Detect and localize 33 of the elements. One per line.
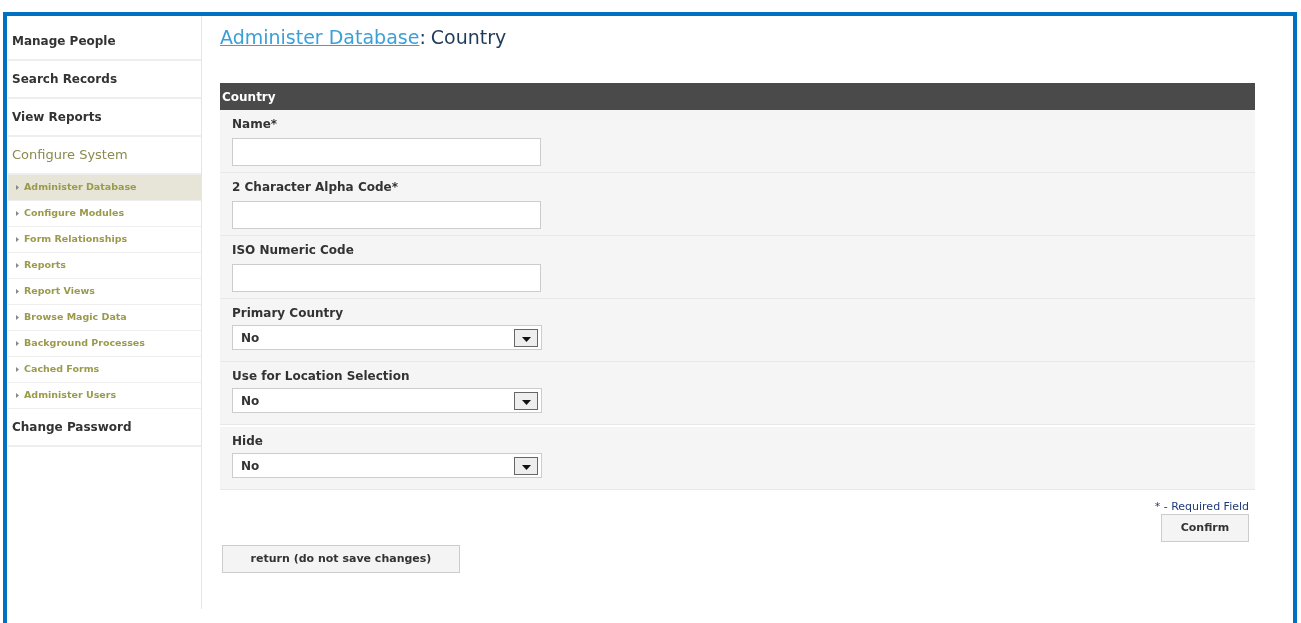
form-header: Country: [220, 83, 1255, 110]
bullet-icon: [16, 393, 19, 398]
bullet-icon: [16, 211, 19, 216]
menu-item[interactable]: Change Password: [8, 409, 201, 447]
field-label: 2 Character Alpha Code*: [232, 179, 399, 196]
menu-item[interactable]: Search Records: [8, 61, 201, 99]
bullet-icon: [16, 237, 19, 242]
bullet-icon: [16, 263, 19, 268]
page-title: Country: [430, 24, 507, 50]
bullet-icon: [16, 367, 19, 372]
field-label: Hide: [232, 433, 264, 450]
field-label: ISO Numeric Code: [232, 242, 355, 259]
confirm-button[interactable]: Confirm: [1161, 514, 1249, 542]
field-label: Name*: [232, 116, 279, 133]
text-field[interactable]: [232, 138, 541, 166]
menu-item[interactable]: Manage People: [8, 23, 201, 61]
field-label: Use for Location Selection: [232, 368, 411, 385]
text-field[interactable]: [232, 201, 541, 229]
bullet-icon: [16, 185, 19, 190]
bullet-icon: [16, 289, 19, 294]
menu-item[interactable]: View Reports: [8, 99, 201, 137]
dropdown[interactable]: No: [232, 388, 542, 413]
return-button[interactable]: return (do not save changes): [222, 545, 460, 573]
bullet-icon: [16, 315, 19, 320]
breadcrumb-link[interactable]: Administer Database: [220, 22, 420, 52]
bullet-icon: [16, 341, 19, 346]
submenu-item[interactable]: Administer Database: [8, 175, 201, 201]
field-label: Primary Country: [232, 305, 344, 322]
dropdown[interactable]: No: [232, 453, 542, 478]
text-field[interactable]: [232, 264, 541, 292]
dropdown[interactable]: No: [232, 325, 542, 350]
breadcrumb-separator: :: [419, 24, 426, 50]
required-field-note: * - Required Field: [1154, 500, 1249, 514]
